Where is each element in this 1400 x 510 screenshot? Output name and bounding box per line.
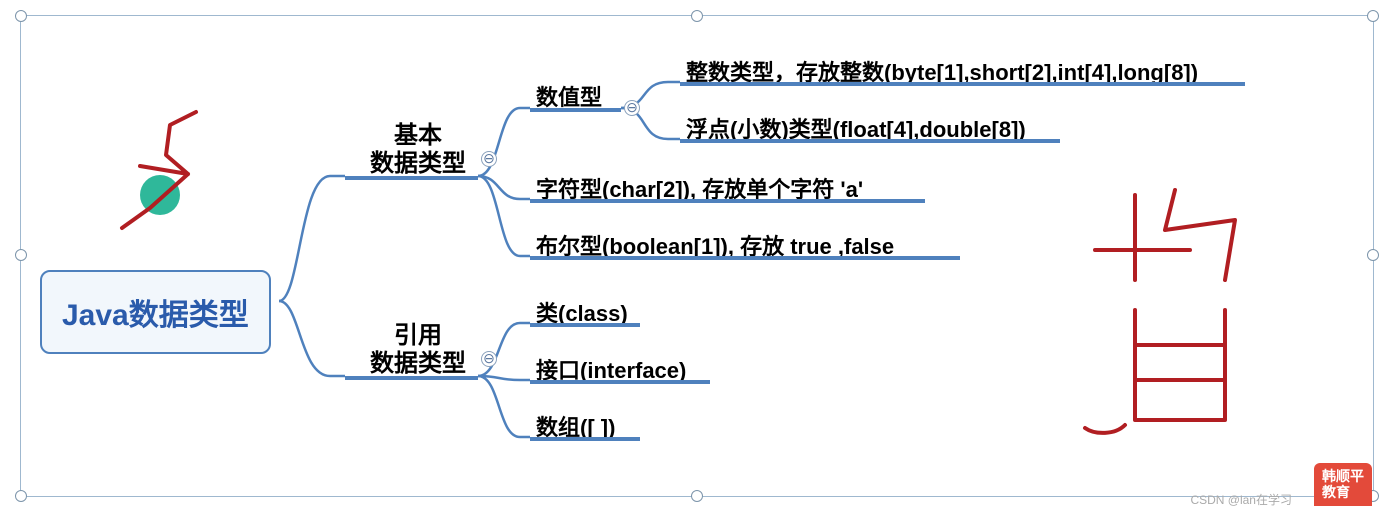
collapse-icon[interactable]: ⊖ [624,100,640,116]
logo-line2: 教育 [1322,484,1350,500]
selection-handle[interactable] [691,10,703,22]
root-node[interactable]: Java数据类型 [40,270,271,354]
underline [530,437,640,441]
selection-handle[interactable] [15,490,27,502]
underline [530,323,640,327]
node-basic[interactable]: 基本 数据类型 [370,122,466,177]
node-reference-line1: 引用 [394,322,442,349]
node-reference[interactable]: 引用 数据类型 [370,322,466,377]
selection-handle[interactable] [1367,249,1379,261]
csdn-watermark: CSDN @lan在学习 [1190,491,1292,508]
diagram-stage: Java数据类型 基本 数据类型 ⊖ 引用 数据类型 ⊖ 数值型 ⊖ 字符型(c… [0,0,1400,510]
underline [530,108,621,112]
collapse-icon[interactable]: ⊖ [481,151,497,167]
underline [680,139,1060,143]
selection-handle[interactable] [15,10,27,22]
node-reference-line2: 数据类型 [370,350,466,377]
watermark-logo: 韩顺平 教育 [1314,463,1372,506]
node-basic-line1: 基本 [394,122,442,149]
underline [680,82,1245,86]
collapse-icon[interactable]: ⊖ [481,351,497,367]
node-basic-line2: 数据类型 [370,150,466,177]
logo-line1: 韩顺平 [1322,468,1364,484]
underline [345,176,478,180]
underline [345,376,478,380]
underline [530,199,925,203]
annotation-dot [140,175,180,215]
selection-handle[interactable] [1367,10,1379,22]
selection-handle[interactable] [691,490,703,502]
underline [530,380,710,384]
underline [530,256,960,260]
selection-handle[interactable] [15,249,27,261]
